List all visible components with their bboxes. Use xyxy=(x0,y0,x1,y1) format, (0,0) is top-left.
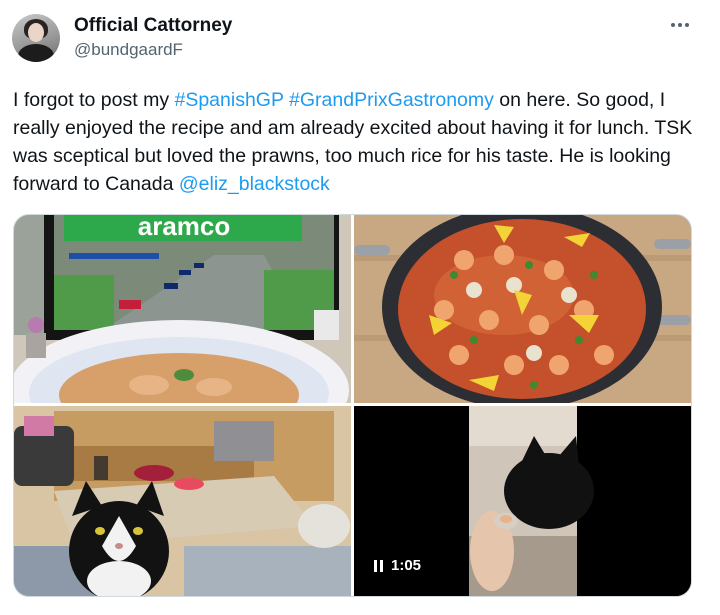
photo-paella-image xyxy=(354,215,691,403)
photo-paella-pan[interactable] xyxy=(354,215,691,403)
post-text: I forgot to post my #SpanishGP #GrandPri… xyxy=(13,86,703,198)
video-duration-badge: 1:05 xyxy=(374,557,421,574)
avatar[interactable] xyxy=(12,14,60,62)
photo-cat-image xyxy=(14,406,351,596)
avatar-face xyxy=(28,23,44,42)
photo-tv-race-image: aramco xyxy=(14,215,351,403)
more-dot xyxy=(671,23,675,27)
hashtag-grandprixgastronomy-link[interactable]: #GrandPrixGastronomy xyxy=(289,89,494,111)
author-display-name[interactable]: Official Cattorney xyxy=(74,15,232,37)
avatar-body xyxy=(18,44,54,62)
pause-icon[interactable] xyxy=(374,559,383,572)
video-duration: 1:05 xyxy=(391,557,422,574)
more-dot xyxy=(685,23,689,27)
mention-link[interactable]: @eliz_blackstock xyxy=(179,173,330,195)
photo-cat-living-room[interactable] xyxy=(14,406,351,596)
video-cat-feeding[interactable]: 1:05 xyxy=(354,406,691,596)
tv-banner-text: aramco xyxy=(138,215,231,241)
more-dot xyxy=(678,23,682,27)
post-segment: I forgot to post my xyxy=(13,89,175,111)
media-grid: aramco 1:05 xyxy=(13,214,692,597)
photo-tv-race-paella[interactable]: aramco xyxy=(14,215,351,403)
hashtag-spanishgp-link[interactable]: #SpanishGP xyxy=(174,89,283,111)
author-handle[interactable]: @bundgaardF xyxy=(74,40,183,60)
more-options-icon[interactable] xyxy=(666,18,694,32)
